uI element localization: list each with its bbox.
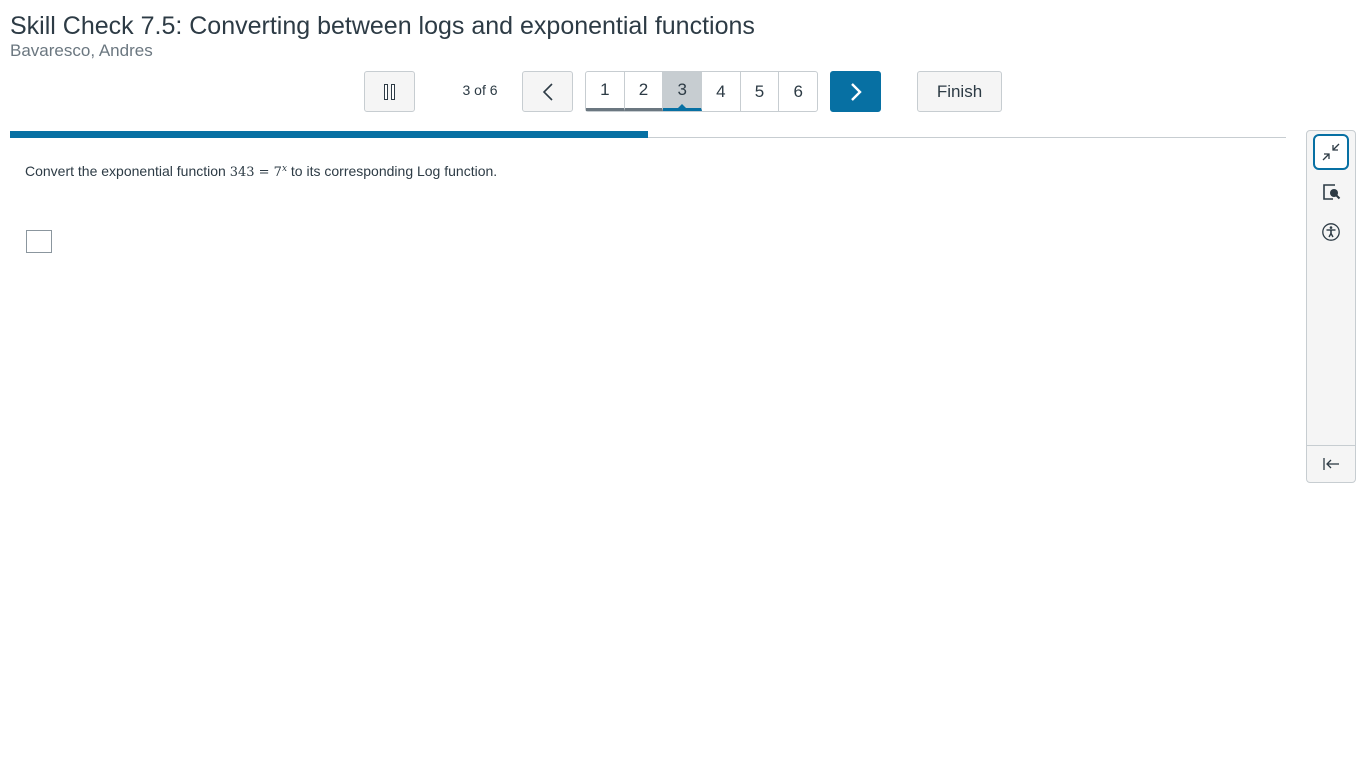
page-button-5[interactable]: 5 — [741, 72, 780, 111]
finish-button[interactable]: Finish — [917, 71, 1002, 112]
page-button-1[interactable]: 1 — [586, 72, 625, 111]
progress-bar — [10, 131, 648, 138]
page-button-3[interactable]: 3 — [663, 72, 703, 111]
pause-icon — [384, 83, 395, 100]
page-title: Skill Check 7.5: Converting between logs… — [10, 12, 755, 40]
question-prompt: Convert the exponential function 343 = 7… — [25, 160, 497, 182]
math-lhs: 343 = 7 — [229, 165, 282, 180]
chevron-left-icon — [542, 82, 553, 101]
page-button-2[interactable]: 2 — [624, 72, 664, 111]
chevron-right-icon — [850, 82, 862, 101]
previous-question-button[interactable] — [522, 71, 573, 112]
page-button-6[interactable]: 6 — [779, 72, 817, 111]
accessibility-icon — [1322, 223, 1340, 241]
student-name: Bavaresco, Andres — [10, 41, 153, 60]
answer-input[interactable] — [26, 230, 52, 253]
tools-side-panel — [1306, 130, 1356, 483]
question-text-before: Convert the exponential function — [25, 163, 230, 179]
pause-button[interactable] — [364, 71, 415, 112]
collapse-panel-button[interactable] — [1313, 446, 1349, 482]
collapse-panel-icon — [1323, 458, 1339, 470]
page-button-4[interactable]: 4 — [702, 72, 741, 111]
question-pager: 1 2 3 4 5 6 — [585, 71, 818, 112]
question-count: 3 of 6 — [462, 82, 498, 98]
magnifier-button[interactable] — [1313, 174, 1349, 210]
collapse-arrows-icon — [1322, 143, 1340, 161]
exit-fullscreen-button[interactable] — [1313, 134, 1349, 170]
question-text-after: to its corresponding Log function. — [287, 163, 498, 179]
magnifier-icon — [1323, 184, 1341, 200]
quiz-page: Skill Check 7.5: Converting between logs… — [0, 0, 1366, 768]
accessibility-button[interactable] — [1313, 214, 1349, 250]
math-expression: 343 = 7x — [229, 164, 287, 180]
next-question-button[interactable] — [830, 71, 881, 112]
